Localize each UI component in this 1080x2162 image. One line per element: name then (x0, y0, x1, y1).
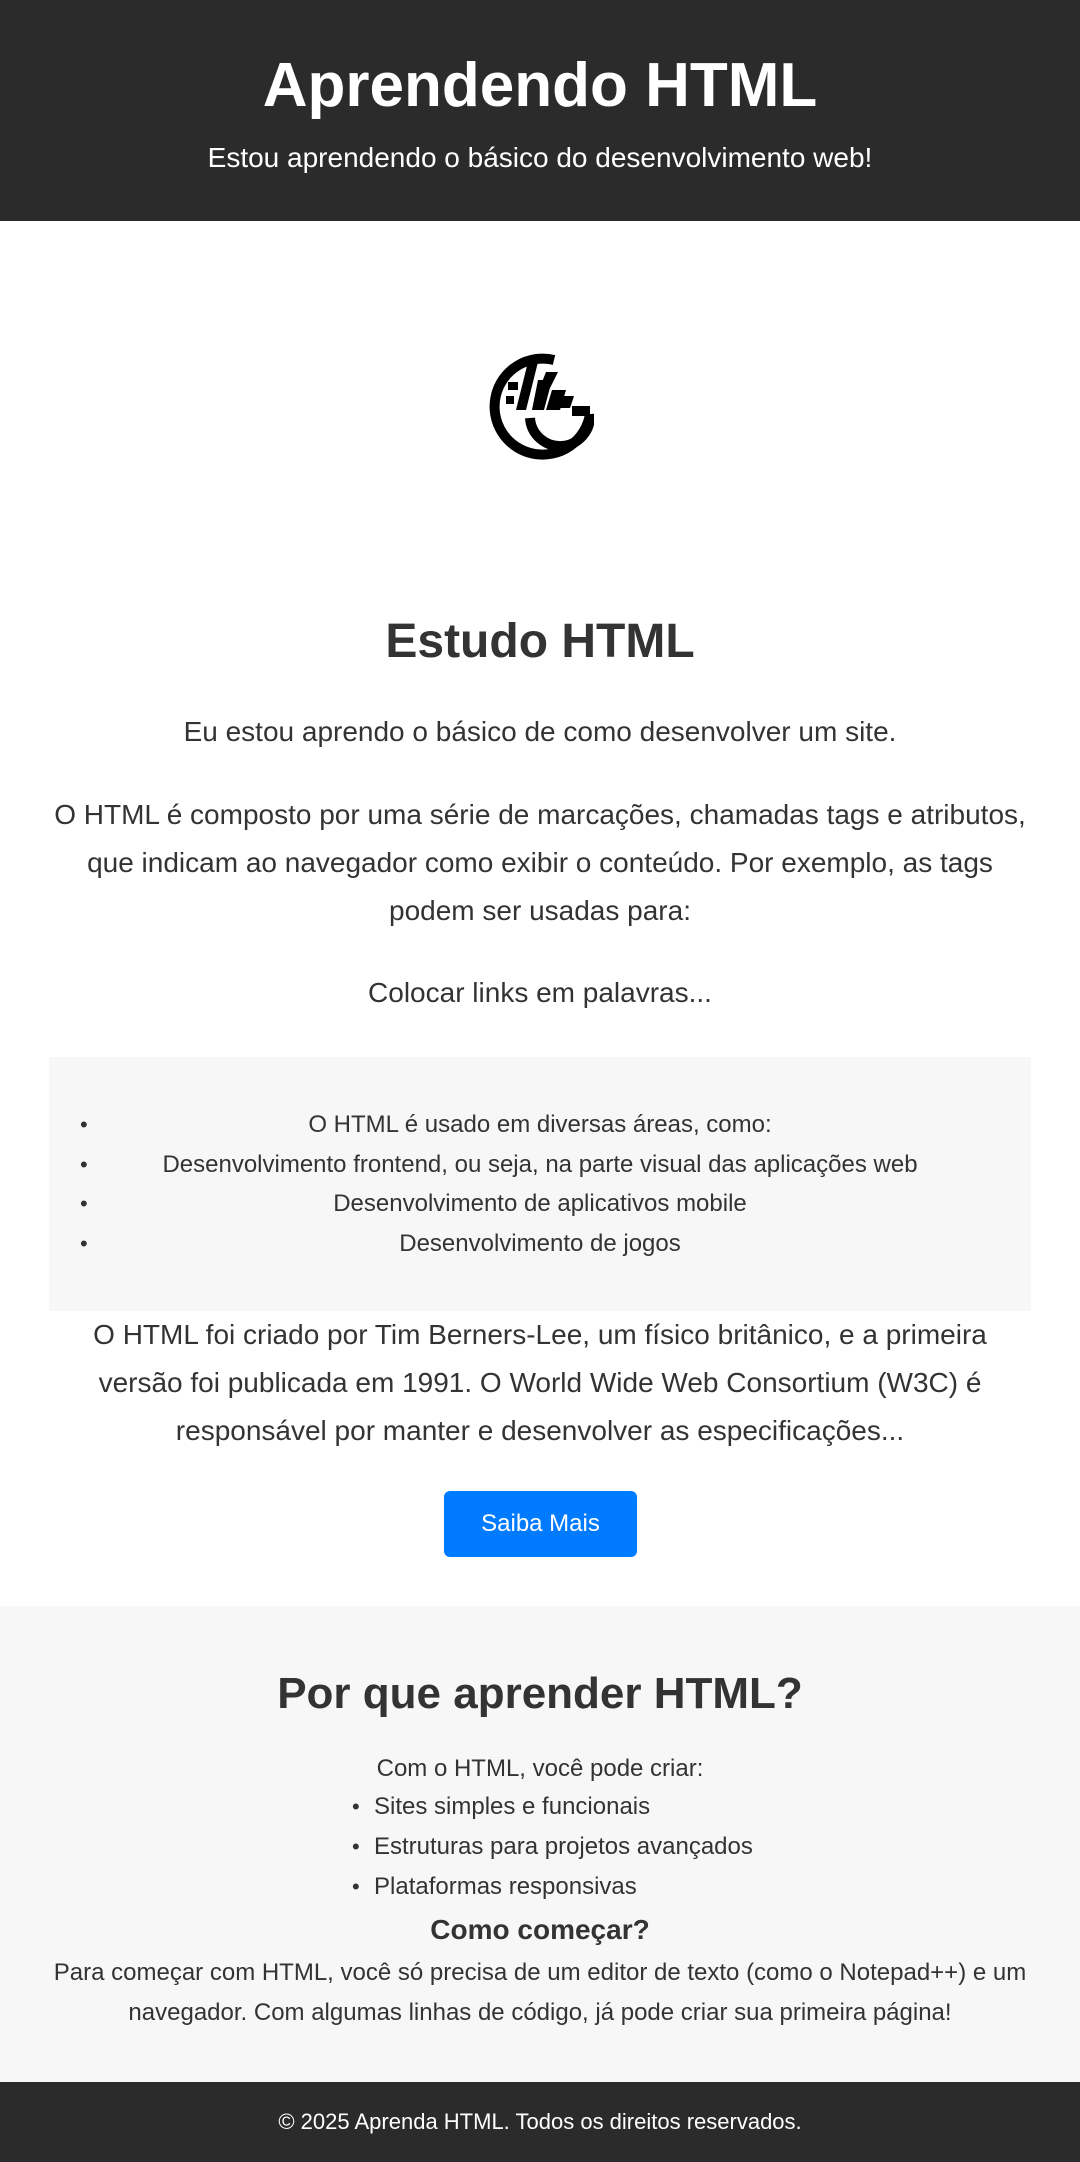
site-header: Aprendendo HTML Estou aprendendo o básic… (0, 0, 1080, 221)
list-item-text: O HTML é usado em diversas áreas, como: (308, 1111, 772, 1138)
bullet-icon: • (80, 1151, 88, 1177)
bullet-icon: • (80, 1191, 88, 1216)
copyright-text: © 2025 Aprenda HTML. Todos os direitos r… (278, 2109, 802, 2134)
intro-paragraph: Eu estou aprendo o básico de como desenv… (183, 716, 897, 747)
list-item-text: Desenvolvimento frontend, ou seja, na pa… (162, 1150, 918, 1178)
list-item: • Desenvolvimento de jogos (49, 1224, 1031, 1264)
bullet-icon: • (80, 1230, 88, 1256)
list-item: • Estruturas para projetos avançados (352, 1833, 753, 1860)
list-item: • Desenvolvimento frontend, ou seja, na p… (49, 1145, 1031, 1185)
list-item: • O HTML é usado em diversas áreas, como: (49, 1105, 1031, 1145)
bullet-icon: • (80, 1112, 88, 1137)
why-title: Por que aprender HTML? (277, 1669, 803, 1718)
list-item-text: Desenvolvimento de aplicativos mobile (333, 1190, 747, 1217)
html-study-logo-icon (486, 352, 596, 460)
site-subtitle: Estou aprendendo o básico do desenvolvim… (207, 142, 873, 173)
list-item-text: Sites simples e funcionais (374, 1793, 651, 1820)
why-list: • Sites simples e funcionais • Estruturas … (352, 1789, 753, 1909)
list-item-text: Desenvolvimento de jogos (399, 1229, 681, 1257)
description-paragraph: O HTML é composto por uma série de marca… (54, 799, 1026, 926)
uses-box: • O HTML é usado em diversas áreas, como:… (49, 1057, 1031, 1311)
list-item-text: Plataformas responsivas (374, 1873, 637, 1900)
why-section: Por que aprender HTML? Com o HTML, você … (0, 1606, 1080, 2082)
list-item: • Plataformas responsivas (352, 1873, 637, 1900)
history-paragraph: O HTML foi criado por Tim Berners-Lee, u… (93, 1319, 987, 1446)
start-paragraph: Para começar com HTML, você só precisa d… (53, 1959, 1027, 2026)
learn-more-button[interactable]: Saiba Mais (444, 1491, 637, 1557)
why-lead: Com o HTML, você pode criar: (376, 1755, 704, 1782)
uses-list: • O HTML é usado em diversas áreas, como:… (49, 1057, 1031, 1263)
site-title: Aprendendo HTML (262, 51, 818, 120)
list-item: • Sites simples e funcionais (352, 1793, 651, 1820)
start-title: Como começar? (430, 1914, 650, 1945)
list-item-text: Estruturas para projetos avançados (374, 1833, 753, 1860)
links-paragraph: Colocar links em palavras... (368, 977, 712, 1008)
section-title: Estudo HTML (385, 615, 695, 668)
list-item: • Desenvolvimento de aplicativos mobile (49, 1184, 1031, 1224)
site-footer: © 2025 Aprenda HTML. Todos os direitos r… (0, 2082, 1080, 2162)
